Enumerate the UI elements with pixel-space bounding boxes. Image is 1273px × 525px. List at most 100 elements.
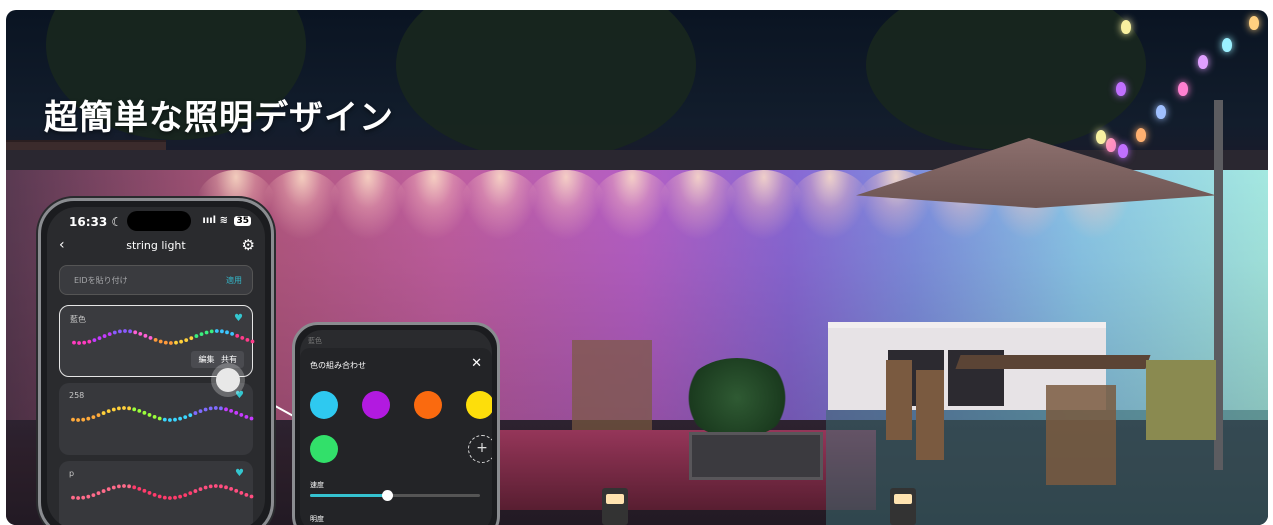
page-title: string light	[126, 239, 186, 252]
chair	[1046, 385, 1116, 485]
string-light-bulb	[1116, 82, 1126, 96]
eid-input[interactable]: EIDを貼り付け 適用	[59, 265, 253, 295]
wave-dot	[101, 411, 106, 415]
wave-dot	[188, 491, 193, 496]
wave-dot	[178, 494, 182, 499]
preset-card[interactable]: p ♥	[59, 461, 254, 525]
wave-dot	[178, 416, 182, 421]
card-actions: 編集 共有	[191, 351, 244, 368]
wave-dot	[118, 329, 122, 334]
status-bar: 16:33 ☾ ıııl ≋ 35	[47, 211, 265, 233]
wave-dot	[82, 340, 87, 345]
wave-dot	[239, 491, 244, 495]
preset-card[interactable]: 258 ♥	[59, 383, 254, 455]
wave-dot	[96, 413, 101, 418]
speed-knob[interactable]	[381, 490, 393, 501]
wave-dot	[111, 407, 116, 412]
close-icon[interactable]: ✕	[471, 356, 482, 371]
wave-dot	[234, 410, 239, 415]
wave-dot	[169, 341, 173, 345]
wave-dot	[249, 416, 254, 421]
wave-dot	[162, 495, 167, 500]
color-swatch[interactable]	[362, 391, 390, 419]
wave-dot	[224, 407, 228, 412]
wave-dot	[204, 330, 209, 335]
wave-dot	[137, 486, 142, 491]
battery-icon: 35	[234, 216, 251, 226]
add-color-button[interactable]: +	[468, 435, 492, 463]
wave-dot	[101, 489, 106, 493]
wave-dot	[77, 341, 81, 345]
sheet-title: 色の組み合わせ	[310, 361, 366, 370]
wave-dot	[163, 340, 168, 345]
wave-dot	[147, 491, 152, 495]
wave-dot	[219, 406, 223, 411]
gear-icon[interactable]: ⚙	[242, 236, 255, 254]
wave-dot	[220, 329, 224, 334]
wave-dot	[97, 336, 102, 341]
color-swatch[interactable]	[310, 435, 338, 463]
wave-dot	[148, 336, 153, 340]
wave-dot	[87, 339, 92, 344]
wave-dot	[157, 416, 162, 421]
preset-card[interactable]: 藍色 ♥ 編集 共有	[59, 305, 255, 377]
headline: 超簡単な照明デザイン	[44, 98, 394, 138]
share-button[interactable]: 共有	[221, 355, 237, 364]
dynamic-island	[127, 211, 191, 231]
wave-dot	[147, 413, 152, 417]
eid-placeholder: EIDを貼り付け	[74, 276, 128, 285]
wave-dot	[112, 330, 117, 335]
plant	[682, 358, 792, 438]
wave-dot	[153, 337, 158, 342]
wave-dot	[198, 487, 203, 492]
wave-dot	[203, 485, 208, 490]
edit-button[interactable]: 編集	[198, 355, 214, 364]
wave-dot	[137, 408, 142, 413]
color-swatch[interactable]	[414, 391, 442, 419]
wave-dot	[71, 495, 75, 500]
phone-screen: 16:33 ☾ ıııl ≋ 35 ‹ string light ⚙ EIDを貼…	[47, 207, 265, 525]
color-swatch[interactable]	[310, 391, 338, 419]
wave-dot	[76, 496, 80, 500]
wave-dot	[184, 338, 189, 343]
phone-mockup-popup: 藍色 色の組み合わせ ✕ + 速度 明度	[292, 322, 500, 525]
lounge-chair	[572, 340, 652, 430]
moon-icon: ☾	[111, 215, 123, 229]
phone-mockup: 16:33 ☾ ıııl ≋ 35 ‹ string light ⚙ EIDを貼…	[38, 198, 274, 525]
speed-label: 速度	[310, 481, 324, 489]
speed-slider[interactable]	[310, 490, 480, 501]
phone-screen: 藍色 色の組み合わせ ✕ + 速度 明度	[300, 330, 492, 525]
wave-dot	[86, 494, 91, 499]
peek-text: 藍色	[308, 337, 322, 345]
wave-dot	[102, 334, 107, 338]
wave-dot	[86, 416, 91, 421]
wave-dot	[142, 410, 147, 415]
string-light-bulb	[1222, 38, 1232, 52]
string-light-bulb	[1121, 20, 1131, 34]
brightness-label: 明度	[310, 515, 324, 523]
preset-wave	[71, 484, 254, 500]
wave-dot	[162, 417, 167, 422]
planter	[689, 432, 823, 480]
apply-button[interactable]: 適用	[226, 275, 242, 286]
wave-dot	[158, 339, 163, 344]
wave-dot	[92, 338, 97, 343]
wave-dot	[224, 485, 228, 490]
status-time: 16:33 ☾	[69, 215, 123, 229]
wave-dot	[133, 330, 138, 335]
wave-dot	[209, 329, 214, 334]
wave-dot	[123, 329, 127, 333]
dining-table	[955, 355, 1151, 369]
wave-dot	[198, 409, 203, 414]
string-light-bulb	[1136, 128, 1146, 142]
wave-dot	[157, 494, 162, 499]
tree-silhouette	[866, 10, 1146, 150]
wave-dot	[189, 336, 194, 341]
chair	[916, 370, 944, 460]
wave-dot	[132, 485, 137, 490]
color-swatch[interactable]	[466, 391, 492, 419]
wave-dot	[107, 332, 112, 337]
string-light-bulb	[1178, 82, 1188, 96]
wave-dot	[193, 411, 198, 415]
wave-dot	[91, 493, 96, 498]
